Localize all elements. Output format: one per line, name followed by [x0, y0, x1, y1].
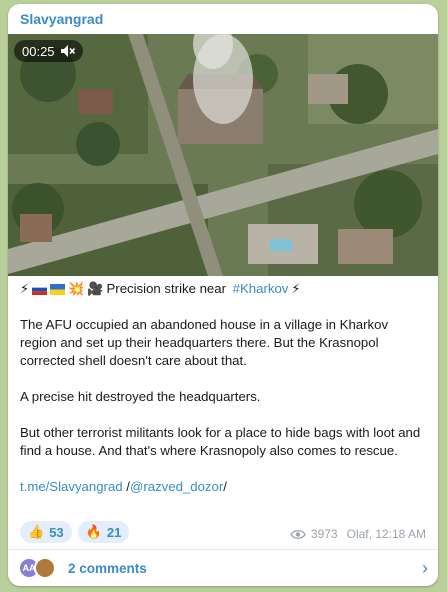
link-separator: /	[122, 479, 130, 494]
eye-icon	[290, 529, 306, 539]
reactions-bar: 👍 53 🔥 21	[20, 521, 130, 543]
reaction-count: 53	[49, 524, 64, 540]
reaction-count: 21	[106, 524, 122, 540]
video-thumbnail[interactable]: 00:25	[8, 34, 438, 276]
reaction-thumbs-up[interactable]: 👍 53	[20, 521, 72, 543]
chevron-right-icon[interactable]: ›	[422, 558, 428, 579]
muted-speaker-icon[interactable]	[60, 45, 75, 57]
video-duration-pill[interactable]: 00:25	[14, 40, 83, 62]
post-paragraph-3: But other terrorist militants look for a…	[20, 425, 421, 458]
channel-name[interactable]: Slavyangrad	[20, 11, 103, 27]
video-duration: 00:25	[22, 43, 55, 59]
commenter-avatars: AA	[18, 557, 56, 579]
ukraine-flag-icon	[50, 283, 66, 295]
message-text: ⚡ 💥 🎥 Precision strike near #Kharkov ⚡ T…	[20, 280, 428, 496]
thumbs-up-icon: 👍	[28, 524, 45, 539]
headline-text: Precision strike near	[106, 281, 230, 296]
post-paragraph-1: The AFU occupied an abandoned house in a…	[20, 317, 389, 368]
view-count: 3973	[310, 527, 338, 541]
lightning-emoji: ⚡	[291, 281, 301, 296]
post-paragraph-2: A precise hit destroyed the headquarters…	[20, 389, 261, 404]
post-headline: ⚡ 💥 🎥 Precision strike near #Kharkov ⚡	[20, 280, 428, 298]
link-end: /	[223, 479, 227, 494]
author-time: Olaf, 12:18 AM	[346, 527, 426, 541]
lightning-emoji: ⚡	[20, 281, 30, 296]
channel-link[interactable]: t.me/Slavyangrad	[20, 479, 123, 494]
avatar	[34, 557, 56, 579]
reaction-fire[interactable]: 🔥 21	[77, 521, 130, 543]
explosion-emoji: 💥	[68, 281, 85, 296]
post-links: t.me/Slavyangrad /@razved_dozor/	[20, 478, 428, 496]
russia-flag-icon	[32, 283, 48, 295]
hashtag-kharkov[interactable]: #Kharkov	[233, 280, 289, 298]
comments-label[interactable]: 2 comments	[68, 561, 147, 576]
aerial-village-image	[8, 34, 438, 276]
camera-emoji: 🎥	[87, 281, 104, 296]
mention-link[interactable]: @razved_dozor	[130, 479, 223, 494]
message-meta: 3973 Olaf, 12:18 AM	[290, 527, 426, 541]
fire-icon: 🔥	[85, 524, 102, 539]
message-card: Slavyangrad 00:25 ⚡ 💥 🎥 Precision strike…	[8, 4, 438, 586]
comments-bar[interactable]: AA 2 comments ›	[8, 550, 438, 586]
